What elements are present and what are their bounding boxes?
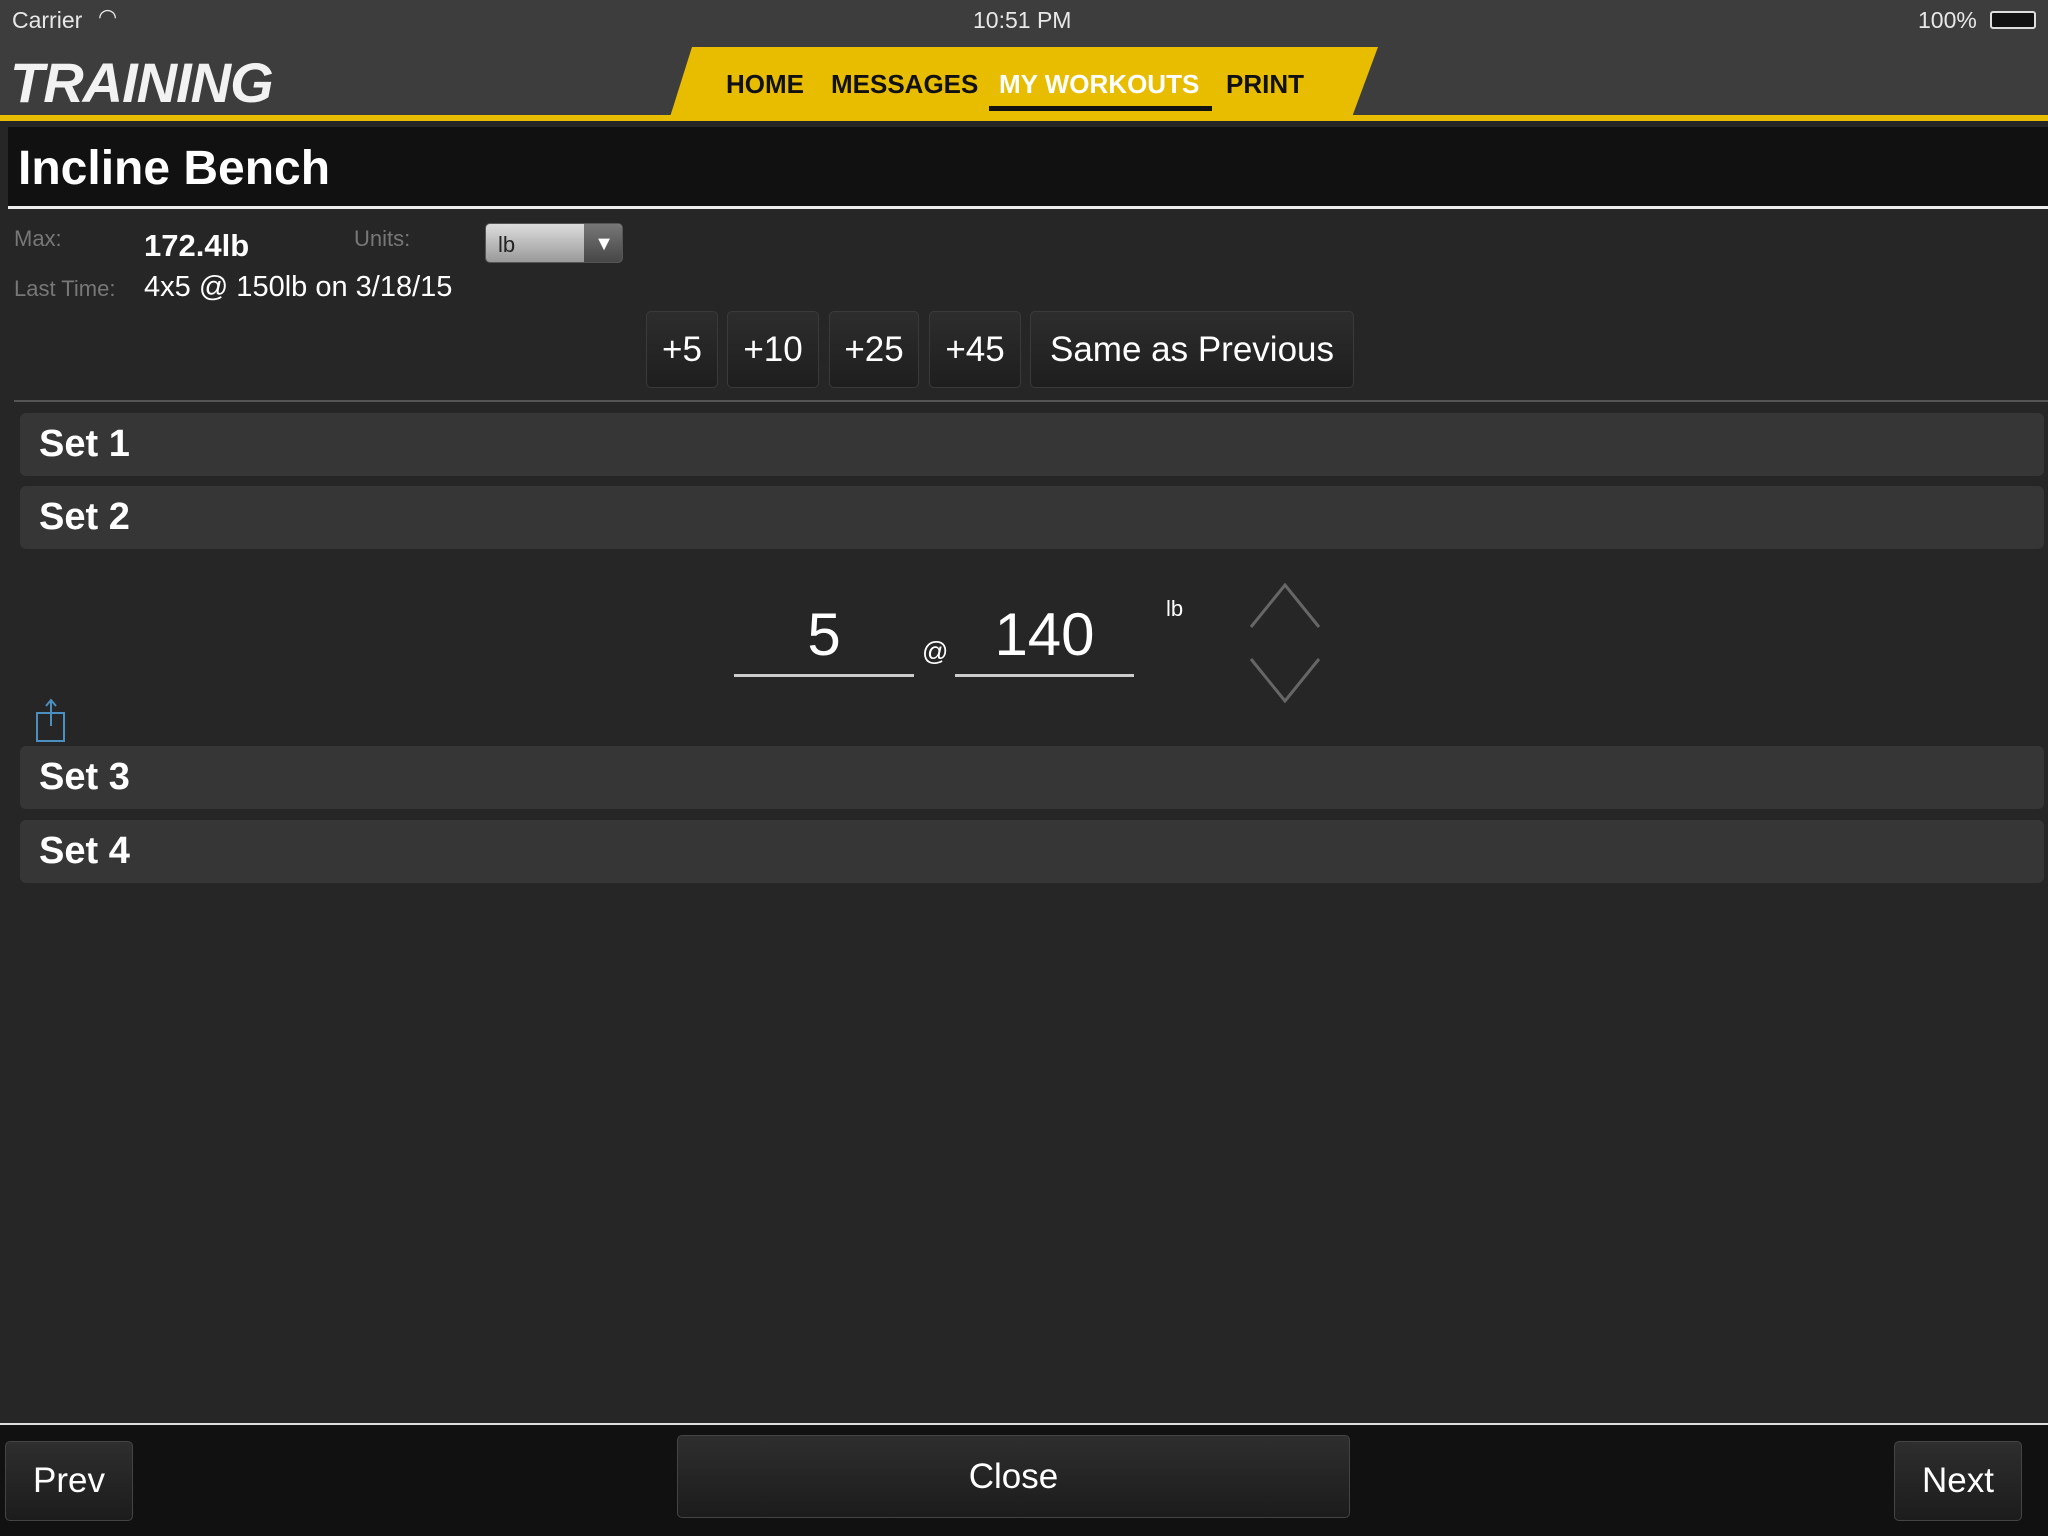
weight-unit-label: lb [1166, 596, 1184, 621]
units-value: lb [498, 232, 516, 257]
share-icon[interactable] [35, 698, 67, 744]
weight-input[interactable]: 140 [955, 600, 1134, 677]
add-25-button[interactable]: +25 [829, 311, 919, 388]
weight-stepper[interactable] [1249, 583, 1321, 703]
header-divider [0, 115, 2048, 121]
set-row-2[interactable]: Set 2 [20, 486, 2044, 549]
nav-messages[interactable]: MESSAGES [831, 69, 978, 100]
set-row-4[interactable]: Set 4 [20, 820, 2044, 883]
nav-print[interactable]: PRINT [1226, 69, 1304, 100]
chevron-down-icon: ▼ [584, 224, 622, 262]
nav-my-workouts[interactable]: MY WORKOUTS [999, 69, 1199, 100]
title-bar: Incline Bench [8, 127, 2048, 209]
battery-icon [1990, 11, 2036, 29]
battery-label: 100% [1918, 7, 1977, 33]
divider [14, 400, 2048, 402]
logo: TRAINING [10, 51, 274, 114]
close-button[interactable]: Close [677, 1435, 1350, 1518]
chevron-up-icon [1249, 583, 1321, 628]
chevron-down-icon [1249, 658, 1321, 703]
status-bar: Carrier ◠ 10:51 PM 100% [0, 0, 2048, 40]
wifi-icon: ◠ [98, 4, 118, 29]
next-button[interactable]: Next [1894, 1441, 2022, 1521]
units-dropdown[interactable]: lb ▼ [485, 223, 623, 263]
max-value: 172.4lb [144, 228, 250, 263]
max-label: Max: [14, 226, 62, 251]
add-5-button[interactable]: +5 [646, 311, 718, 388]
add-45-button[interactable]: +45 [929, 311, 1021, 388]
last-time-value: 4x5 @ 150lb on 3/18/15 [144, 271, 453, 303]
set-row-1[interactable]: Set 1 [20, 413, 2044, 476]
at-label: @ [922, 636, 949, 666]
page-title: Incline Bench [18, 142, 331, 195]
set-row-3[interactable]: Set 3 [20, 746, 2044, 809]
active-nav-underline [989, 106, 1212, 111]
time-label: 10:51 PM [973, 7, 1072, 33]
same-as-previous-button[interactable]: Same as Previous [1030, 311, 1354, 388]
prev-button[interactable]: Prev [5, 1441, 133, 1521]
nav-home[interactable]: HOME [726, 69, 804, 100]
add-10-button[interactable]: +10 [727, 311, 819, 388]
last-time-label: Last Time: [14, 276, 116, 301]
carrier-label: Carrier [12, 7, 83, 33]
main-nav: HOME MESSAGES MY WORKOUTS PRINT [670, 47, 1378, 117]
units-label: Units: [354, 226, 411, 251]
reps-input[interactable]: 5 [734, 600, 914, 677]
